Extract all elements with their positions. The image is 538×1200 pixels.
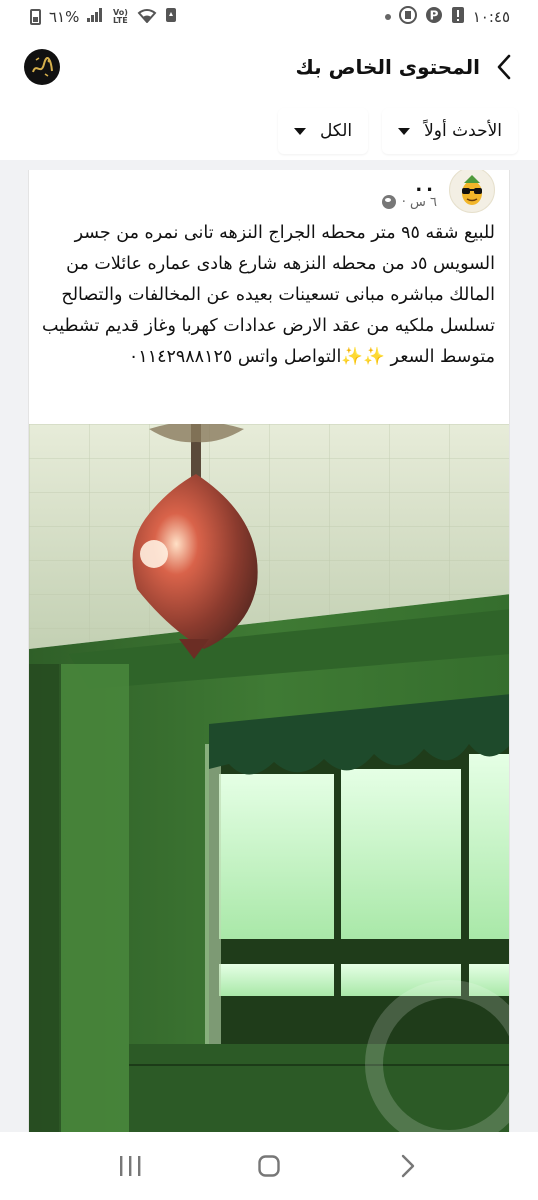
home-icon bbox=[258, 1155, 280, 1177]
caret-down-icon bbox=[293, 127, 306, 135]
save-data-icon bbox=[165, 7, 177, 27]
svg-text:P: P bbox=[429, 9, 438, 23]
recent-apps-button[interactable] bbox=[100, 1141, 160, 1191]
status-bar: ٦١% Vo) LTE P ١٠:٤٥ bbox=[0, 0, 538, 34]
sunglasses-emoji-icon bbox=[462, 175, 482, 205]
chevron-left-icon[interactable] bbox=[494, 52, 514, 82]
filter-bar: الأحدث أولاً الكل bbox=[277, 108, 518, 154]
battery-percent: ٦١% bbox=[49, 8, 80, 26]
back-icon bbox=[402, 1154, 415, 1178]
status-left: ٦١% Vo) LTE bbox=[30, 7, 177, 27]
post-time: ٦ س · bbox=[401, 194, 437, 210]
app-logo[interactable] bbox=[24, 49, 60, 85]
app-header: المحتوى الخاص بك bbox=[0, 38, 538, 96]
back-button[interactable] bbox=[378, 1141, 438, 1191]
post-text: للبيع شقه ٩٥ متر محطه الجراج النزهه تانى… bbox=[42, 223, 495, 367]
page-title: المحتوى الخاص بك bbox=[295, 55, 480, 79]
battery-icon bbox=[30, 9, 41, 25]
system-nav-bar bbox=[0, 1132, 538, 1200]
type-dropdown-label: الكل bbox=[319, 121, 353, 141]
pinterest-icon: P bbox=[425, 6, 443, 28]
post-meta-line: ٦ س · bbox=[381, 194, 437, 210]
sort-dropdown[interactable]: الأحدث أولاً bbox=[382, 108, 518, 154]
post-photo[interactable] bbox=[29, 424, 509, 1132]
post-header: .. ٦ س · bbox=[381, 170, 495, 220]
signal-icon bbox=[87, 8, 103, 26]
clock: ١٠:٤٥ bbox=[472, 8, 510, 26]
status-right: P ١٠:٤٥ bbox=[384, 6, 510, 28]
home-button[interactable] bbox=[239, 1141, 299, 1191]
volte-label: Vo) LTE bbox=[112, 8, 128, 25]
post-card: .. ٦ س · للبيع شقه ٩٥ متر محطه الجراج ال… bbox=[28, 170, 510, 1132]
wifi-icon bbox=[137, 7, 157, 27]
notification-dot-icon bbox=[384, 14, 391, 20]
post-meta: .. ٦ س · bbox=[381, 176, 437, 210]
sort-dropdown-label: الأحدث أولاً bbox=[424, 121, 502, 141]
globe-icon bbox=[381, 195, 396, 209]
caret-down-icon bbox=[398, 127, 411, 135]
alert-icon bbox=[451, 6, 465, 28]
recent-apps-icon bbox=[119, 1156, 141, 1176]
author-name[interactable]: .. bbox=[415, 176, 437, 194]
calligraphy-logo-icon bbox=[32, 57, 53, 77]
data-saver-icon bbox=[398, 6, 417, 28]
phone-screen: ٦١% Vo) LTE P ١٠:٤٥ المحتوى الخاص بك الأ… bbox=[0, 0, 538, 1200]
author-avatar[interactable] bbox=[449, 170, 495, 213]
room-photo bbox=[29, 424, 509, 1132]
type-dropdown[interactable]: الكل bbox=[277, 108, 369, 154]
header-title-group: المحتوى الخاص بك bbox=[296, 52, 514, 82]
